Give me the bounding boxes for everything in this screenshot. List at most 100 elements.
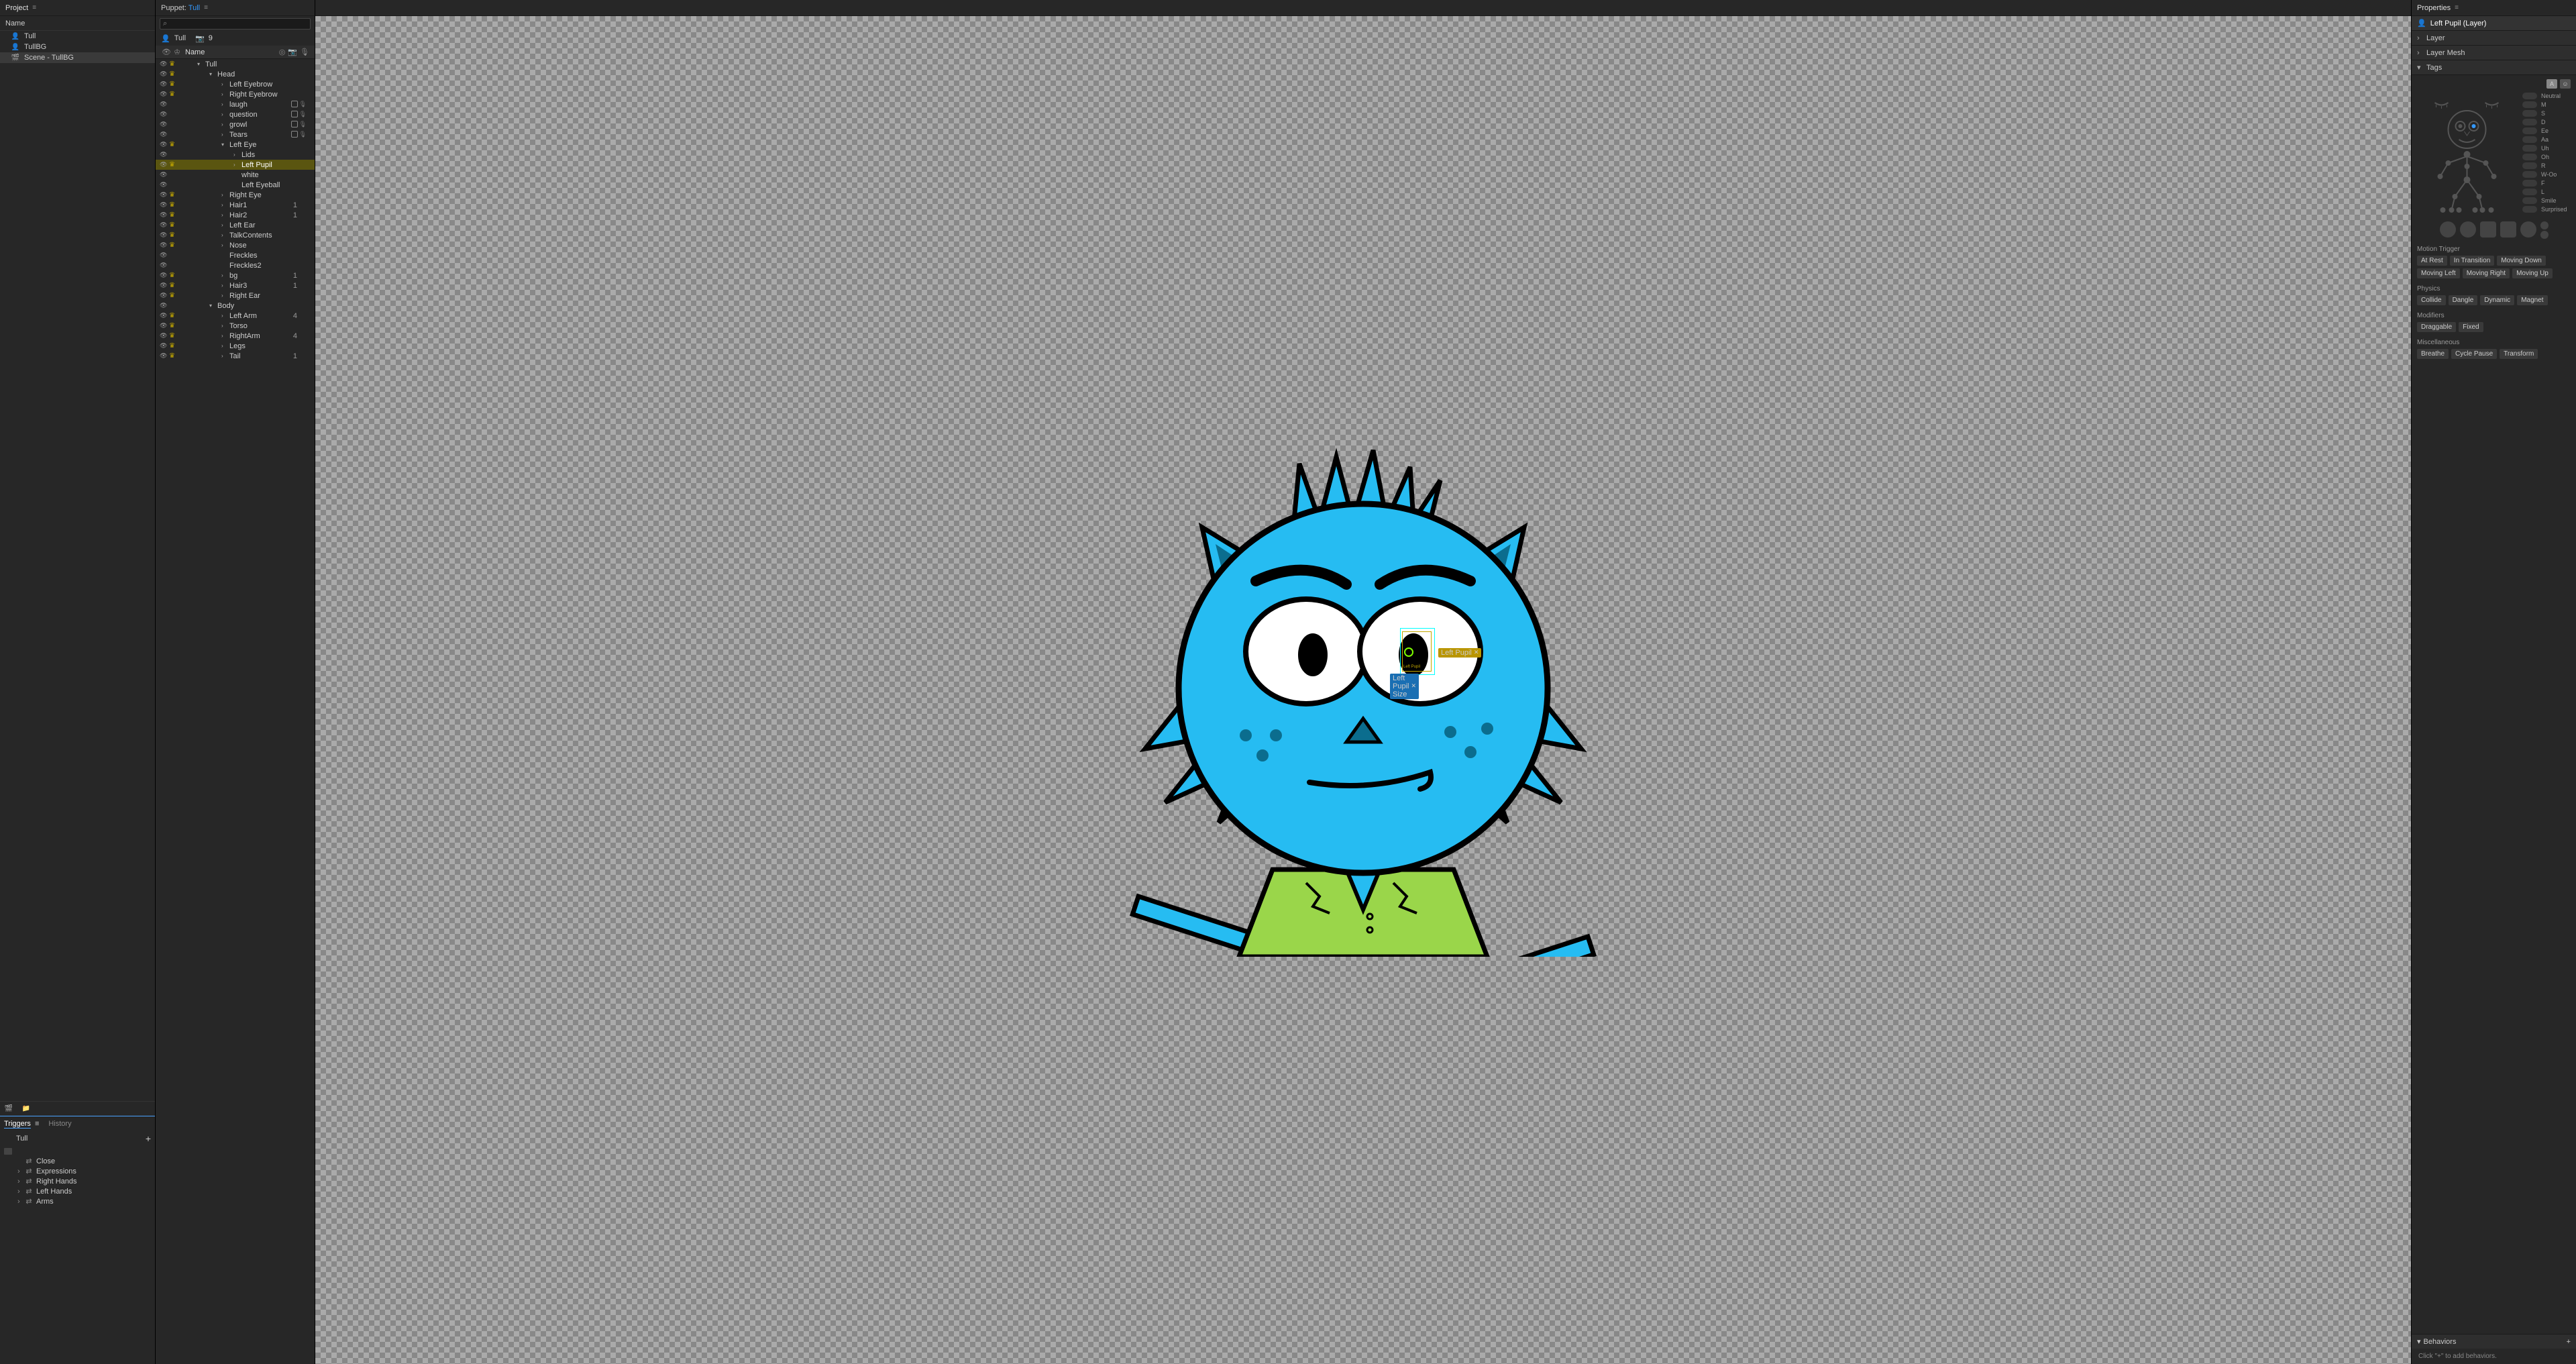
emotion-icon[interactable] xyxy=(2500,221,2516,238)
keyboard-icon[interactable] xyxy=(4,1148,12,1155)
expand-icon[interactable]: › xyxy=(221,333,228,339)
expand-icon[interactable]: › xyxy=(17,1188,24,1196)
crown-toggle[interactable]: ♛ xyxy=(169,91,178,98)
visibility-toggle[interactable]: 👁 xyxy=(160,111,169,118)
layer-row[interactable]: 👁♛›RightArm4 xyxy=(156,331,315,341)
layer-row[interactable]: 👁♛›Left Eyebrow xyxy=(156,79,315,89)
crown-toggle[interactable]: ♛ xyxy=(169,342,178,350)
viseme-item[interactable]: W-Oo xyxy=(2522,171,2571,178)
visibility-toggle[interactable]: 👁 xyxy=(160,221,169,229)
layer-row[interactable]: 👁♛›Tail1 xyxy=(156,351,315,361)
layer-row[interactable]: 👁♛›Left Ear xyxy=(156,220,315,230)
layer-row[interactable]: 👁›question🎙 xyxy=(156,109,315,119)
close-icon[interactable]: ✕ xyxy=(1411,682,1416,690)
tag-button[interactable]: Fixed xyxy=(2459,322,2483,332)
expand-icon[interactable]: › xyxy=(221,222,228,228)
toggle-a[interactable]: A xyxy=(2546,79,2557,89)
visibility-toggle[interactable]: 👁 xyxy=(160,211,169,219)
expand-icon[interactable]: › xyxy=(17,1167,24,1175)
expand-icon[interactable]: › xyxy=(221,101,228,107)
layer-row[interactable]: 👁♛›Nose xyxy=(156,240,315,250)
visibility-toggle[interactable]: 👁 xyxy=(160,181,169,189)
expand-icon[interactable]: › xyxy=(221,242,228,248)
body-diagram[interactable] xyxy=(2417,93,2520,213)
visibility-toggle[interactable]: 👁 xyxy=(160,231,169,239)
expand-icon[interactable]: ▾ xyxy=(197,61,204,67)
crown-toggle[interactable]: ♛ xyxy=(169,292,178,299)
trigger-item[interactable]: ›⇄Expressions xyxy=(0,1166,155,1176)
viseme-item[interactable]: Ee xyxy=(2522,127,2571,134)
section-layer-mesh[interactable]: ›Layer Mesh xyxy=(2412,46,2576,60)
canvas[interactable]: Left Pupil Left Pupil✕ Left Pupil Size✕ … xyxy=(315,16,2411,1364)
layer-row[interactable]: 👁♛›Hair31 xyxy=(156,280,315,291)
close-icon[interactable]: ✕ xyxy=(1474,649,1479,656)
section-layer[interactable]: ›Layer xyxy=(2412,31,2576,46)
layer-row[interactable]: 👁›laugh🎙 xyxy=(156,99,315,109)
project-item[interactable]: 👤TullBG xyxy=(0,42,155,52)
tab-triggers[interactable]: Triggers xyxy=(4,1120,31,1129)
viseme-item[interactable]: Aa xyxy=(2522,136,2571,143)
expand-icon[interactable]: › xyxy=(221,353,228,359)
expand-icon[interactable]: ▾ xyxy=(209,303,216,309)
add-trigger-button[interactable]: + xyxy=(146,1133,151,1144)
viseme-item[interactable]: Surprised xyxy=(2522,206,2571,213)
mic-icon[interactable]: 🎙 xyxy=(300,48,309,56)
search-input[interactable]: ⌕ xyxy=(160,18,311,30)
visibility-toggle[interactable]: 👁 xyxy=(160,292,169,299)
add-behavior-button[interactable]: + xyxy=(2567,1338,2571,1346)
emotion-icon[interactable] xyxy=(2440,221,2456,238)
tag-button[interactable]: Moving Up xyxy=(2512,268,2553,278)
crown-toggle[interactable]: ♛ xyxy=(169,282,178,289)
expand-icon[interactable]: › xyxy=(221,132,228,138)
crown-toggle[interactable]: ♛ xyxy=(169,70,178,78)
tag-left-pupil-size[interactable]: Left Pupil Size✕ xyxy=(1390,674,1419,699)
expand-icon[interactable]: › xyxy=(221,121,228,127)
trigger-item[interactable]: ›⇄Left Hands xyxy=(0,1186,155,1196)
project-item[interactable]: 👤Tull xyxy=(0,31,155,42)
project-item[interactable]: 🎬Scene - TullBG xyxy=(0,52,155,63)
tag-button[interactable]: Collide xyxy=(2417,295,2446,305)
layer-row[interactable]: 👁♛›Right Ear xyxy=(156,291,315,301)
tag-button[interactable]: Breathe xyxy=(2417,349,2449,359)
layer-row[interactable]: 👁›Lids xyxy=(156,150,315,160)
crown-toggle[interactable]: ♛ xyxy=(169,352,178,360)
crown-toggle[interactable]: ♛ xyxy=(169,322,178,329)
viseme-item[interactable]: Uh xyxy=(2522,145,2571,152)
expand-icon[interactable]: ▾ xyxy=(209,71,216,77)
menu-icon[interactable]: ≡ xyxy=(32,4,36,11)
layer-row[interactable]: 👁♛▾Head xyxy=(156,69,315,79)
visibility-toggle[interactable]: 👁 xyxy=(160,101,169,108)
project-name-column[interactable]: Name xyxy=(0,16,155,31)
origin-marker[interactable] xyxy=(1403,647,1414,658)
visibility-toggle[interactable]: 👁 xyxy=(160,242,169,249)
viseme-item[interactable]: Oh xyxy=(2522,154,2571,160)
crown-toggle[interactable]: ♛ xyxy=(169,221,178,229)
layer-row[interactable]: 👁♛›Left Pupil xyxy=(156,160,315,170)
viseme-item[interactable]: L xyxy=(2522,189,2571,195)
tag-left-pupil[interactable]: Left Pupil✕ xyxy=(1438,648,1481,658)
crown-toggle[interactable]: ♛ xyxy=(169,81,178,88)
visibility-toggle[interactable]: 👁 xyxy=(160,352,169,360)
tag-button[interactable]: Transform xyxy=(2500,349,2538,359)
viseme-item[interactable]: F xyxy=(2522,180,2571,187)
tag-button[interactable]: Dangle xyxy=(2449,295,2478,305)
visibility-toggle[interactable]: 👁 xyxy=(160,60,169,68)
expand-icon[interactable]: › xyxy=(221,293,228,299)
crown-toggle[interactable]: ♛ xyxy=(169,191,178,199)
visibility-toggle[interactable]: 👁 xyxy=(160,171,169,178)
tag-button[interactable]: At Rest xyxy=(2417,256,2447,266)
layer-row[interactable]: 👁Freckles xyxy=(156,250,315,260)
emotion-icon[interactable] xyxy=(2540,221,2548,229)
expand-icon[interactable]: › xyxy=(17,1198,24,1206)
crown-toggle[interactable]: ♛ xyxy=(169,161,178,168)
toggle-face-icon[interactable]: ☺ xyxy=(2560,79,2571,89)
expand-icon[interactable]: › xyxy=(221,192,228,198)
expand-icon[interactable]: › xyxy=(221,282,228,288)
emotion-icon[interactable] xyxy=(2460,221,2476,238)
expand-icon[interactable]: › xyxy=(221,323,228,329)
emotion-icon[interactable] xyxy=(2520,221,2536,238)
trigger-item[interactable]: ›⇄Arms xyxy=(0,1196,155,1206)
visibility-toggle[interactable]: 👁 xyxy=(160,272,169,279)
crown-toggle[interactable]: ♛ xyxy=(169,201,178,209)
trigger-item[interactable]: ›⇄Right Hands xyxy=(0,1176,155,1186)
